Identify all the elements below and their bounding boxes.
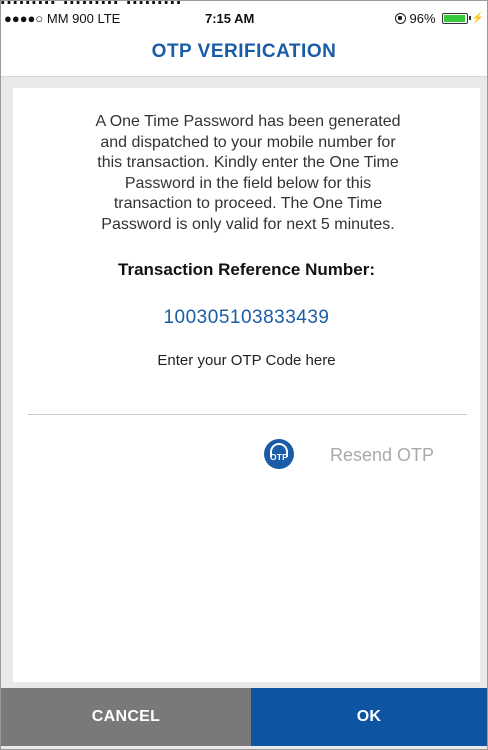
otp-code-input[interactable]: [28, 384, 467, 415]
otp-icon: OTP: [264, 439, 294, 469]
message-line: A One Time Password has been generated: [95, 113, 401, 130]
battery-percent: 96%: [409, 11, 436, 26]
header-bar: OTP VERIFICATION: [0, 30, 488, 77]
status-indicators: 96% ⚡: [394, 11, 484, 26]
cropped-text: mmm mmm mmm: [0, 0, 182, 8]
lock-icon: [394, 13, 406, 24]
status-time: 7:15 AM: [205, 11, 255, 26]
battery-fill: [443, 15, 465, 22]
reference-number: 100305103833439: [163, 307, 330, 328]
otp-prompt: Enter your OTP Code here: [157, 352, 336, 369]
status-bar: ●●●●○ MM 900 LTE 7:15 AM 96% ⚡: [0, 8, 488, 30]
resend-otp-link[interactable]: Resend OTP: [330, 445, 434, 466]
action-bar: CANCEL OK: [1, 688, 487, 746]
ok-button-label: OK: [356, 708, 382, 725]
page-title: OTP VERIFICATION: [151, 41, 337, 62]
charge-icon: ⚡: [471, 13, 484, 24]
ok-button[interactable]: OK: [251, 688, 487, 746]
carrier-signal: ●●●●○ MM 900 LTE: [4, 11, 121, 26]
message-line: Password in the field below for this: [124, 174, 372, 192]
otp-icon-label: OTP: [269, 452, 289, 462]
otp-message: A One Time Password has been generated a…: [43, 112, 453, 235]
message-line: transaction to proceed. The One Time: [113, 195, 383, 212]
message-line: this transaction. Kindly enter the One T…: [97, 154, 399, 171]
battery-tip: [468, 16, 471, 20]
cancel-button-label: CANCEL: [91, 708, 161, 725]
otp-content-card: A One Time Password has been generated a…: [13, 88, 480, 682]
message-line: and dispatched to your mobile number for: [100, 133, 396, 151]
app-screen: mmm mmm mmm ●●●●○ MM 900 LTE 7:15 AM 96%…: [0, 0, 488, 750]
cancel-button[interactable]: CANCEL: [1, 688, 251, 746]
message-line: Password is only valid for next 5 minute…: [101, 215, 395, 233]
top-cropped-strip: mmm mmm mmm: [0, 0, 488, 8]
battery-icon: [441, 13, 471, 24]
reference-label: Transaction Reference Number:: [118, 260, 375, 279]
